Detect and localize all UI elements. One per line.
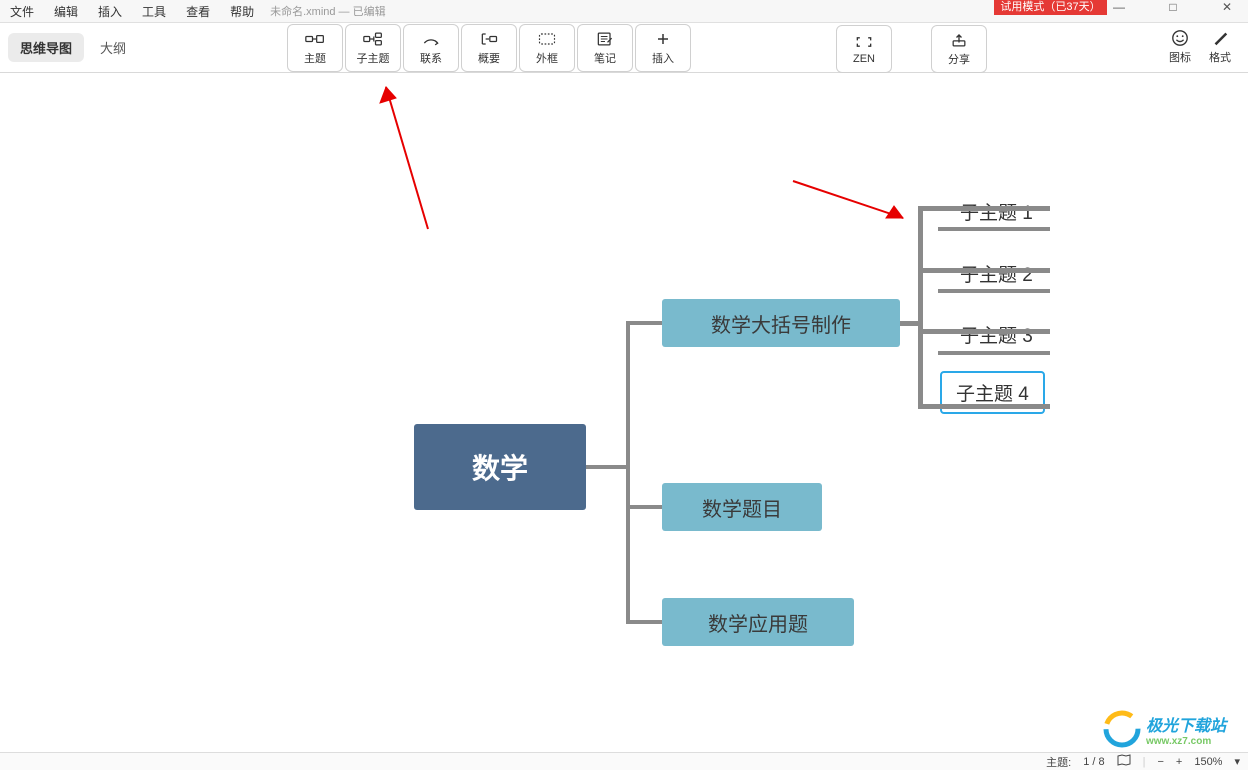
connector xyxy=(900,321,918,326)
menu-tools[interactable]: 工具 xyxy=(132,3,176,20)
format-label: 格式 xyxy=(1209,49,1231,65)
share-button[interactable]: 分享 xyxy=(931,25,987,73)
window-close-button[interactable]: ✕ xyxy=(1212,0,1242,14)
menu-help[interactable]: 帮助 xyxy=(220,3,264,20)
boundary-icon xyxy=(537,30,557,48)
zen-label: ZEN xyxy=(853,53,875,65)
topic-button[interactable]: 主题 xyxy=(287,24,343,72)
connector xyxy=(918,206,1050,211)
relation-icon xyxy=(421,30,441,48)
connector xyxy=(918,268,1050,273)
format-button[interactable]: 格式 xyxy=(1202,25,1238,69)
window-controls: — □ ✕ xyxy=(1104,0,1242,14)
view-outline-button[interactable]: 大纲 xyxy=(90,33,136,62)
connector xyxy=(918,206,923,409)
watermark-url: www.xz7.com xyxy=(1146,736,1226,747)
window-maximize-button[interactable]: □ xyxy=(1158,0,1188,14)
sub-topic-2[interactable]: 子主题 2 xyxy=(946,254,1047,293)
insert-label: 插入 xyxy=(652,50,674,66)
annotation-arrow-icon xyxy=(358,69,448,239)
branch-topic-3[interactable]: 数学应用题 xyxy=(662,598,854,646)
toolbar: 思维导图 大纲 主题 子主题 联系 概要 外框 笔记 插入 xyxy=(0,23,1248,73)
menu-insert[interactable]: 插入 xyxy=(88,3,132,20)
zoom-out-button[interactable]: − xyxy=(1157,756,1163,768)
smiley-icon xyxy=(1171,29,1189,47)
connector xyxy=(938,351,1050,355)
connector xyxy=(626,321,662,325)
share-label: 分享 xyxy=(948,51,970,67)
note-label: 笔记 xyxy=(594,50,616,66)
sub-topic-3[interactable]: 子主题 3 xyxy=(946,315,1047,354)
subtopic-label: 子主题 xyxy=(357,50,390,66)
connector xyxy=(626,620,662,624)
zen-button[interactable]: ZEN xyxy=(836,25,892,73)
subtopic-icon xyxy=(363,30,383,48)
status-bar: 主题: 1 / 8 | − + 150% ▾ xyxy=(0,752,1248,770)
boundary-label: 外框 xyxy=(536,50,558,66)
marker-label: 图标 xyxy=(1169,49,1191,65)
root-topic[interactable]: 数学 xyxy=(414,424,586,510)
document-title: 未命名.xmind — 已编辑 xyxy=(270,3,386,19)
connector xyxy=(918,329,1050,334)
insert-button[interactable]: 插入 xyxy=(635,24,691,72)
connector xyxy=(626,505,662,509)
subtopic-button[interactable]: 子主题 xyxy=(345,24,401,72)
toolbar-right-group: 图标 格式 xyxy=(1162,25,1238,69)
share-icon xyxy=(949,31,969,49)
topic-count-label: 主题: xyxy=(1046,754,1071,770)
boundary-button[interactable]: 外框 xyxy=(519,24,575,72)
zoom-dropdown-icon[interactable]: ▾ xyxy=(1234,755,1240,768)
topic-icon xyxy=(305,30,325,48)
window-minimize-button[interactable]: — xyxy=(1104,0,1134,14)
watermark-title: 极光下载站 xyxy=(1146,718,1226,735)
connector xyxy=(918,404,1050,409)
zoom-level: 150% xyxy=(1194,756,1222,768)
toolbar-main-group: 主题 子主题 联系 概要 外框 笔记 插入 xyxy=(286,24,692,72)
summary-icon xyxy=(479,30,499,48)
summary-button[interactable]: 概要 xyxy=(461,24,517,72)
trial-mode-badge: 试用模式（已37天） xyxy=(994,0,1107,15)
topic-label: 主题 xyxy=(304,50,326,66)
separator: | xyxy=(1143,756,1146,768)
branch-topic-1[interactable]: 数学大括号制作 xyxy=(662,299,900,347)
menu-edit[interactable]: 编辑 xyxy=(44,3,88,20)
connector xyxy=(586,465,630,469)
view-mindmap-button[interactable]: 思维导图 xyxy=(8,33,84,62)
connector xyxy=(938,227,1050,231)
marker-button[interactable]: 图标 xyxy=(1162,25,1198,69)
annotation-arrow-icon xyxy=(788,176,918,236)
note-button[interactable]: 笔记 xyxy=(577,24,633,72)
menu-view[interactable]: 查看 xyxy=(176,3,220,20)
sub-topic-1[interactable]: 子主题 1 xyxy=(946,192,1047,231)
map-icon[interactable] xyxy=(1117,754,1131,769)
topic-count: 1 / 8 xyxy=(1083,756,1104,768)
zen-icon xyxy=(854,33,874,51)
summary-label: 概要 xyxy=(478,50,500,66)
relation-button[interactable]: 联系 xyxy=(403,24,459,72)
zoom-in-button[interactable]: + xyxy=(1176,756,1182,768)
connector xyxy=(626,321,630,624)
plus-icon xyxy=(653,30,673,48)
mindmap-canvas[interactable]: 数学 数学大括号制作 子主题 1 子主题 2 子主题 3 子主题 4 数学题目 … xyxy=(0,73,1248,752)
brush-icon xyxy=(1211,29,1229,47)
view-switch: 思维导图 大纲 xyxy=(8,33,136,62)
relation-label: 联系 xyxy=(420,50,442,66)
watermark-logo-icon xyxy=(1102,709,1142,749)
connector xyxy=(938,289,1050,293)
menu-file[interactable]: 文件 xyxy=(0,3,44,20)
watermark: 极光下载站 www.xz7.com xyxy=(1102,708,1242,750)
branch-topic-2[interactable]: 数学题目 xyxy=(662,483,822,531)
note-icon xyxy=(595,30,615,48)
